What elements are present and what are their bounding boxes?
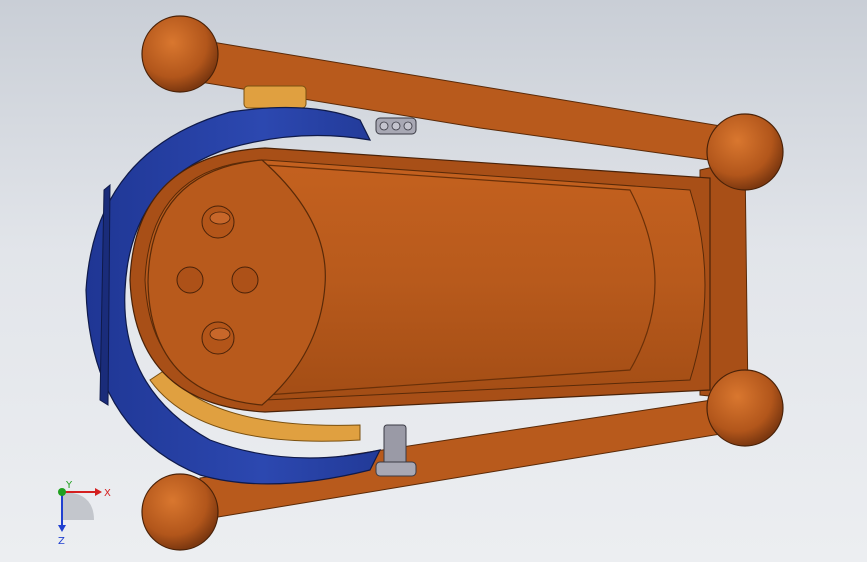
y-axis-label: Y — [65, 480, 73, 491]
port-right — [231, 266, 259, 294]
knob-top-left — [141, 15, 219, 93]
z-axis-label: Z — [58, 536, 65, 547]
valve-bottom — [201, 321, 235, 355]
z-axis-arrow — [58, 525, 66, 532]
knob-bottom-left — [141, 473, 219, 551]
x-axis-label: X — [104, 488, 111, 499]
knob-top-right — [706, 113, 784, 191]
cad-viewport[interactable]: X Z Y — [0, 0, 867, 562]
bolt-top — [375, 117, 417, 135]
3d-model-view[interactable] — [0, 0, 867, 562]
y-axis-dot — [58, 488, 66, 496]
bearing-top — [243, 85, 307, 109]
orientation-triad[interactable]: X Z Y — [44, 478, 114, 548]
valve-top — [201, 205, 235, 239]
knob-bottom-right — [706, 369, 784, 447]
triad-shadow-arc — [62, 492, 94, 520]
x-axis-arrow — [95, 488, 102, 496]
port-left — [176, 266, 204, 294]
